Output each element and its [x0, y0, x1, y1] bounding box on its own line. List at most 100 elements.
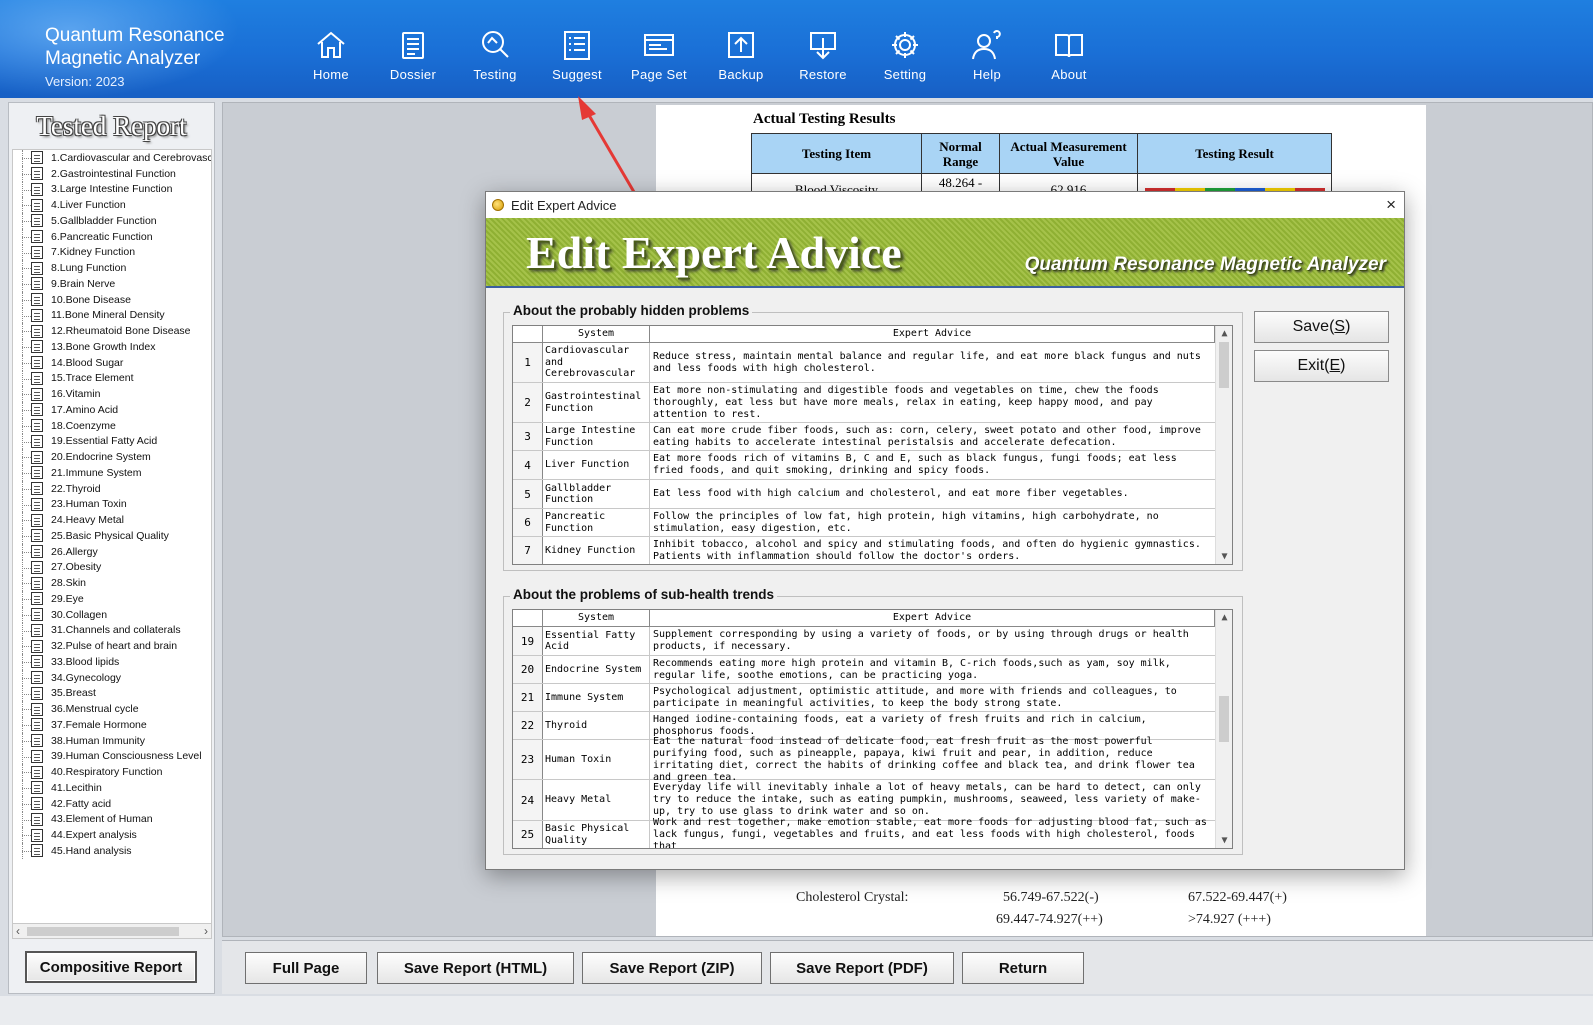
row-advice: Eat more foods rich of vitamins B, C and… [653, 453, 1177, 476]
tree-item-label: 20.Endocrine System [51, 451, 151, 464]
compositive-report-button[interactable]: Compositive Report [25, 951, 197, 983]
grid-row[interactable]: 20 Endocrine System Recommends eating more… [513, 656, 1215, 684]
tree-item[interactable]: 39.Human Consciousness Level [13, 748, 211, 765]
grid-row[interactable]: 2 Gastrointestinal Function Eat more non-s… [513, 383, 1215, 423]
tree-item[interactable]: 28.Skin [13, 575, 211, 591]
range-plus-plus: 69.447-74.927(++) [996, 912, 1103, 927]
tree-item[interactable]: 24.Heavy Metal [13, 512, 211, 528]
tree-item[interactable]: 22.Thyroid [13, 480, 211, 497]
grid-row[interactable]: 23 Human Toxin Eat the natural food instea… [513, 736, 1215, 783]
scroll-down-icon[interactable]: ▼ [1216, 551, 1232, 562]
tree-item[interactable]: 21.Immune System [13, 465, 211, 481]
tree-item[interactable]: 13.Bone Growth Index [13, 339, 211, 355]
tree-item[interactable]: 41.Lecithin [13, 780, 211, 796]
tree-item-label: 39.Human Consciousness Level [51, 750, 202, 763]
nav-page-set[interactable]: Page Set [618, 22, 700, 84]
tree-item[interactable]: 8.Lung Function [13, 260, 211, 276]
tree-item[interactable]: 23.Human Toxin [13, 496, 211, 513]
tree-item[interactable]: 35.Breast [13, 685, 211, 702]
nav-suggest[interactable]: Suggest [536, 22, 618, 84]
nav-restore[interactable]: Restore [782, 22, 864, 84]
nav-home[interactable]: Home [290, 22, 372, 84]
tree-item[interactable]: 18.Coenzyme [13, 417, 211, 434]
scroll-thumb[interactable] [1219, 342, 1229, 388]
tree-item[interactable]: 10.Bone Disease [13, 291, 211, 308]
save-report-zip-button[interactable]: Save Report (ZIP) [582, 952, 762, 984]
grid-row[interactable]: 25 Basic Physical Quality Work and rest to… [513, 817, 1215, 848]
scroll-thumb[interactable] [1219, 696, 1229, 742]
grid-row[interactable]: 4 Liver Function Eat more foods rich of vi… [513, 451, 1215, 480]
tree-item[interactable]: 40.Respiratory Function [13, 764, 211, 780]
nav-dossier[interactable]: Dossier [372, 22, 454, 84]
tree-item[interactable]: 38.Human Immunity [13, 732, 211, 749]
tree-item[interactable]: 7.Kidney Function [13, 244, 211, 261]
tree-item[interactable]: 31.Channels and collaterals [13, 622, 211, 639]
tree-item[interactable]: 45.Hand analysis [13, 843, 211, 859]
close-icon[interactable]: × [1386, 195, 1396, 215]
tree-item[interactable]: 15.Trace Element [13, 370, 211, 387]
tree-item[interactable]: 32.Pulse of heart and brain [13, 638, 211, 654]
scroll-right-icon[interactable]: › [204, 924, 208, 938]
subhealth-problems-grid[interactable]: System Expert Advice 19 Essential Fatty A… [512, 609, 1233, 849]
save-report-html-button[interactable]: Save Report (HTML) [377, 952, 574, 984]
tree-item[interactable]: 12.Rheumatoid Bone Disease [13, 323, 211, 339]
tree-item[interactable]: 16.Vitamin [13, 386, 211, 402]
tree-item[interactable]: 29.Eye [13, 591, 211, 607]
tree-horizontal-scrollbar[interactable]: ‹ › [12, 923, 212, 939]
row-system: Pancreatic Function [543, 509, 650, 536]
tree-item[interactable]: 25.Basic Physical Quality [13, 528, 211, 544]
scroll-down-icon[interactable]: ▼ [1216, 835, 1232, 846]
grid-vertical-scrollbar[interactable]: ▲ ▼ [1215, 326, 1232, 564]
scroll-left-icon[interactable]: ‹ [16, 924, 20, 938]
tree-item[interactable]: 4.Liver Function [13, 197, 211, 213]
tree-item[interactable]: 6.Pancreatic Function [13, 228, 211, 245]
tree-item[interactable]: 33.Blood lipids [13, 654, 211, 670]
grid-row[interactable]: 19 Essential Fatty Acid Supplement corresp… [513, 627, 1215, 656]
nav-about[interactable]: About [1028, 22, 1110, 84]
tree-item[interactable]: 43.Element of Human [13, 811, 211, 828]
document-icon [31, 545, 43, 559]
tree-item[interactable]: 34.Gynecology [13, 669, 211, 686]
tree-item[interactable]: 27.Obesity [13, 559, 211, 576]
grid-row[interactable]: 21 Immune System Psychological adjustment,… [513, 684, 1215, 712]
save-button[interactable]: Save(S) [1254, 311, 1389, 343]
grid-row[interactable]: 7 Kidney Function Inhibit tobacco, alcohol… [513, 537, 1215, 564]
nav-setting[interactable]: Setting [864, 22, 946, 84]
nav-testing[interactable]: Testing [454, 22, 536, 84]
nav-help[interactable]: Help [946, 22, 1028, 84]
scroll-up-icon[interactable]: ▲ [1216, 612, 1232, 623]
return-button[interactable]: Return [962, 952, 1084, 984]
dialog-titlebar[interactable]: Edit Expert Advice × [486, 192, 1404, 218]
scroll-up-icon[interactable]: ▲ [1216, 328, 1232, 339]
grid-row[interactable]: 1 Cardiovascular and Cerebrovascular Reduc… [513, 343, 1215, 383]
dialog-banner: Edit Expert Advice Quantum Resonance Mag… [486, 218, 1404, 288]
grid-row[interactable]: 6 Pancreatic Function Follow the principle… [513, 509, 1215, 537]
save-report-pdf-button[interactable]: Save Report (PDF) [770, 952, 954, 984]
tree-item[interactable]: 30.Collagen [13, 606, 211, 623]
grid-row[interactable]: 3 Large Intestine Function Can eat more cr… [513, 423, 1215, 451]
grid-row[interactable]: 5 Gallbladder Function Eat less food with … [513, 480, 1215, 509]
exit-button[interactable]: Exit(E) [1254, 350, 1389, 382]
scroll-thumb[interactable] [27, 927, 179, 936]
tree-item[interactable]: 5.Gallbladder Function [13, 213, 211, 229]
tree-item[interactable]: 19.Essential Fatty Acid [13, 433, 211, 450]
tree-item[interactable]: 44.Expert analysis [13, 827, 211, 843]
tree-item[interactable]: 14.Blood Sugar [13, 354, 211, 371]
tree-item[interactable]: 42.Fatty acid [13, 795, 211, 812]
hidden-problems-grid[interactable]: System Expert Advice 1 Cardiovascular and… [512, 325, 1233, 565]
nav-backup[interactable]: Backup [700, 22, 782, 84]
full-page-button[interactable]: Full Page [245, 952, 367, 984]
grid-vertical-scrollbar[interactable]: ▲ ▼ [1215, 610, 1232, 848]
tree-item[interactable]: 9.Brain Nerve [13, 276, 211, 292]
tree-item[interactable]: 1.Cardiovascular and Cerebrovascular [13, 150, 211, 166]
tree-item[interactable]: 3.Large Intestine Function [13, 181, 211, 198]
tree-item[interactable]: 36.Menstrual cycle [13, 701, 211, 717]
tree-item[interactable]: 2.Gastrointestinal Function [13, 165, 211, 182]
tree-item[interactable]: 26.Allergy [13, 543, 211, 560]
tree-item[interactable]: 37.Female Hormone [13, 717, 211, 733]
tree-item[interactable]: 20.Endocrine System [13, 449, 211, 465]
tree-item[interactable]: 17.Amino Acid [13, 402, 211, 418]
app-brand: Quantum Resonance Magnetic Analyzer Vers… [45, 24, 225, 89]
tree-item[interactable]: 11.Bone Mineral Density [13, 307, 211, 324]
grid-row[interactable]: 24 Heavy Metal Everyday life will inevitab… [513, 780, 1215, 821]
